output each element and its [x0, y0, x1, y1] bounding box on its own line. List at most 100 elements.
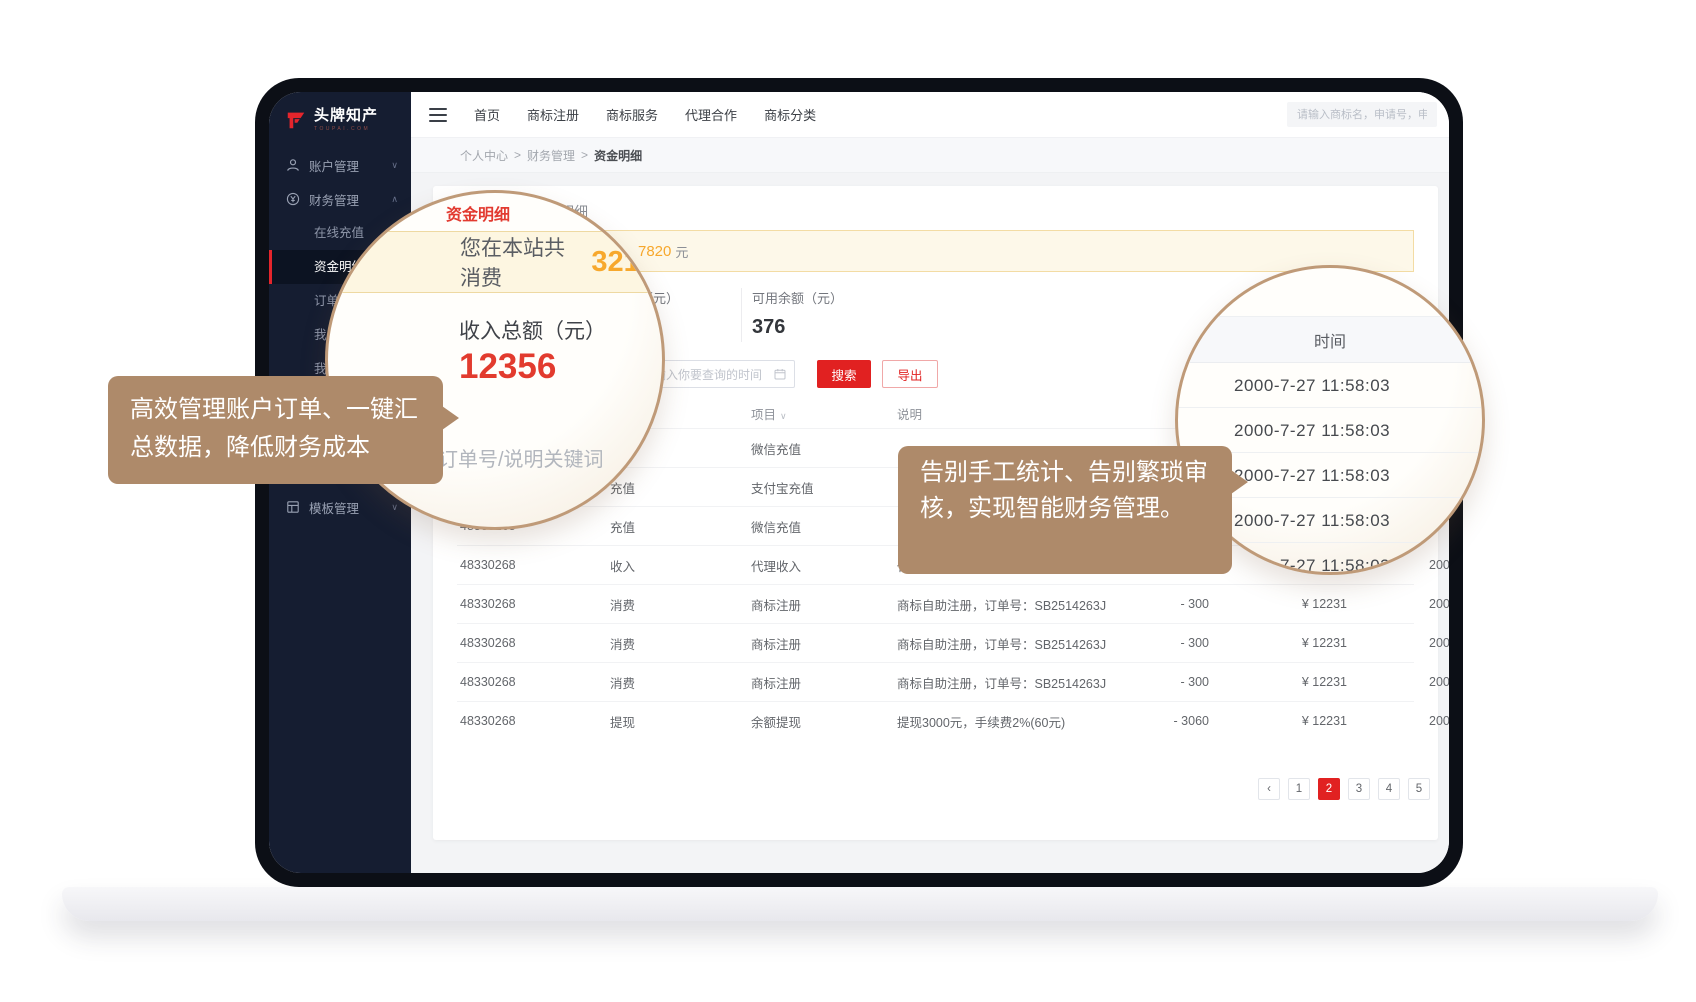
cell-project: 商标注册: [748, 595, 894, 614]
magnified-banner-prefix: 您在本站共消费: [460, 232, 581, 292]
nav-link[interactable]: 商标分类: [764, 105, 816, 124]
cell-order: 48330268: [457, 597, 607, 611]
brand-name: 头牌知产: [314, 108, 378, 123]
sidebar-item-label: 模板管理: [309, 498, 359, 517]
nav-link[interactable]: 首页: [474, 105, 500, 124]
chevron-down-icon: ∨: [391, 160, 398, 171]
cell-balance: ¥ 12231: [1209, 597, 1347, 611]
breadcrumb-separator: >: [581, 148, 588, 162]
callout-left-text: 高效管理账户订单、一键汇总数据，降低财务成本: [130, 396, 418, 461]
magnified-banner: 您在本站共消费 32124: [325, 231, 665, 293]
table-row: 48330268消费商标注册商标自助注册，订单号：SB2514263J- 300…: [457, 584, 1414, 623]
cell-type: 消费: [607, 595, 748, 614]
table-row: 48330268提现余额提现提现3000元，手续费2%(60元)- 3060¥ …: [457, 701, 1414, 740]
menu-icon[interactable]: [429, 108, 447, 122]
cell-type: 消费: [607, 673, 748, 692]
cell-time: 2000-7-27 11:58:03: [1347, 597, 1449, 611]
brand-logo-icon: [285, 109, 307, 131]
magnified-tab-label: 资金明细: [446, 201, 510, 225]
user-icon: [286, 158, 300, 172]
callout-arrow-icon: [442, 406, 459, 430]
top-navbar: 首页 商标注册 商标服务 代理合作 商标分类: [411, 92, 1449, 138]
cell-type: 消费: [607, 634, 748, 653]
pagination-page-button[interactable]: 2: [1318, 778, 1340, 800]
cell-time: 2000-7-27 11:58:03: [1347, 714, 1449, 728]
table-row: 48330268消费商标注册商标自助注册，订单号：SB2514263J- 300…: [457, 662, 1414, 701]
pagination-page-button[interactable]: 4: [1378, 778, 1400, 800]
col-project-label: 项目: [751, 408, 776, 422]
cell-time: 2000-7-27 11:58:03: [1347, 675, 1449, 689]
breadcrumb: 个人中心 > 财务管理 > 资金明细: [411, 138, 1449, 173]
sidebar-item-finance[interactable]: 财务管理 ∧: [269, 182, 411, 216]
breadcrumb-separator: >: [514, 148, 521, 162]
cell-project: 商标注册: [748, 634, 894, 653]
stat-balance: 可用余额（元） 376: [752, 288, 843, 339]
nav-link[interactable]: 代理合作: [685, 105, 737, 124]
cell-balance: ¥ 12231: [1209, 636, 1347, 650]
cell-desc: 商标自助注册，订单号：SB2514263J: [894, 634, 1134, 653]
stat-balance-value: 376: [752, 316, 843, 339]
col-desc-header: 说明: [894, 404, 1134, 423]
sidebar-item-account[interactable]: 账户管理 ∨: [269, 148, 411, 182]
export-button[interactable]: 导出: [882, 360, 938, 388]
cell-balance: ¥ 12231: [1209, 714, 1347, 728]
search-button[interactable]: 搜索: [817, 360, 871, 388]
laptop-base: [62, 887, 1658, 921]
pagination-page-button[interactable]: 5: [1408, 778, 1430, 800]
pagination-page-button[interactable]: 1: [1288, 778, 1310, 800]
cell-desc: 商标自助注册，订单号：SB2514263J: [894, 595, 1134, 614]
sidebar-item-template[interactable]: 模板管理 ∨: [269, 490, 411, 524]
cell-type: 收入: [607, 556, 748, 575]
cell-project: 余额提现: [748, 712, 894, 731]
table-row: 48330268消费商标注册商标自助注册，订单号：SB2514263J- 300…: [457, 623, 1414, 662]
finance-icon: [286, 192, 300, 206]
cell-order: 48330268: [457, 558, 607, 572]
stat-divider: [741, 288, 742, 342]
chevron-up-icon: ∧: [391, 194, 398, 205]
banner-unit: 元: [675, 242, 688, 261]
magnified-order-header: 订单号/说明关键词: [438, 443, 604, 472]
brand-text: 头牌知产 TOUPAI.COM: [314, 108, 378, 132]
cell-type: 提现: [607, 712, 748, 731]
sidebar-item-label: 账户管理: [309, 156, 359, 175]
magnified-income-label: 收入总额（元）: [459, 315, 606, 345]
sidebar-item-label: 财务管理: [309, 190, 359, 209]
callout-left: 高效管理账户订单、一键汇总数据，降低财务成本: [108, 376, 443, 484]
cell-balance: ¥ 12231: [1209, 675, 1347, 689]
brand-subtext: TOUPAI.COM: [314, 126, 378, 132]
breadcrumb-item[interactable]: 资金明细: [594, 147, 642, 164]
callout-arrow-icon: [1231, 470, 1248, 494]
calendar-icon: [774, 368, 786, 380]
pagination-page-button[interactable]: 3: [1348, 778, 1370, 800]
brand-logo[interactable]: 头牌知产 TOUPAI.COM: [269, 92, 411, 148]
pagination: ‹ 12345: [457, 778, 1430, 800]
cell-amount: - 300: [1134, 675, 1209, 689]
magnified-income-value: 12356: [459, 347, 556, 387]
marketing-stage: 头牌知产 TOUPAI.COM 账户管理 ∨ 财务管理 ∧: [0, 0, 1696, 1002]
cell-type: 充值: [607, 517, 748, 536]
breadcrumb-item[interactable]: 财务管理: [527, 147, 575, 164]
cell-desc: 商标自助注册，订单号：SB2514263J: [894, 673, 1134, 692]
magnified-time-row: 2000-7-27 11:58:03: [1178, 363, 1482, 408]
cell-project: 微信充值: [748, 517, 894, 536]
cell-project: 代理收入: [748, 556, 894, 575]
sort-caret-icon[interactable]: ∨: [780, 411, 787, 421]
breadcrumb-item[interactable]: 个人中心: [460, 147, 508, 164]
cell-desc: 提现3000元，手续费2%(60元): [894, 712, 1134, 731]
nav-link[interactable]: 商标服务: [606, 105, 658, 124]
cell-amount: - 300: [1134, 597, 1209, 611]
cell-order: 48330268: [457, 636, 607, 650]
nav-link[interactable]: 商标注册: [527, 105, 579, 124]
card-tabs: 资金明细 明细: [457, 186, 1414, 230]
cell-project: 微信充值: [748, 439, 894, 458]
cell-order: 48330268: [457, 714, 607, 728]
cell-project: 商标注册: [748, 673, 894, 692]
trademark-search-input[interactable]: [1287, 102, 1437, 127]
cell-time: 2000-7-27 11:58:03: [1347, 636, 1449, 650]
pagination-prev-button[interactable]: ‹: [1258, 778, 1280, 800]
col-project-header[interactable]: 项目 ∨: [748, 404, 894, 423]
stat-balance-label: 可用余额（元）: [752, 288, 843, 307]
cell-amount: - 300: [1134, 636, 1209, 650]
magnified-banner-amount: 32124: [591, 246, 665, 279]
callout-right: 告别手工统计、告别繁琐审核，实现智能财务管理。: [898, 446, 1232, 574]
